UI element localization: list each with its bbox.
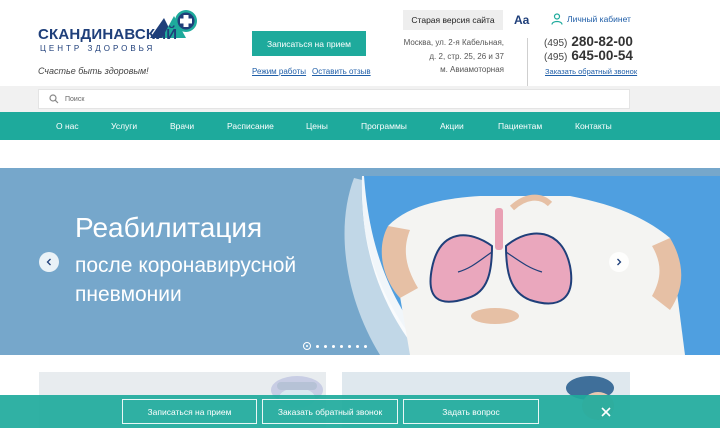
search-band	[0, 86, 720, 112]
phone-number[interactable]: (495) 645-00-54	[544, 48, 633, 63]
request-callback-button[interactable]: Заказать обратный звонок	[262, 399, 398, 424]
slider-dot[interactable]	[356, 344, 359, 348]
slider-prev-button[interactable]	[39, 252, 59, 272]
ask-question-button[interactable]: Задать вопрос	[403, 399, 539, 424]
logo-name: СКАНДИНАВСКИЙ	[38, 26, 178, 43]
sticky-action-bar: Записаться на прием Заказать обратный зв…	[0, 395, 720, 428]
request-callback-link[interactable]: Заказать обратный звонок	[545, 67, 637, 76]
address: Москва, ул. 2-я Кабельная, д. 2, стр. 25…	[400, 36, 504, 77]
hero-title: Реабилитация	[75, 212, 263, 243]
hero-illustration	[344, 176, 720, 355]
account-link[interactable]: Личный кабинет	[551, 13, 631, 25]
logo[interactable]: СКАНДИНАВСКИЙ ЦЕНТР ЗДОРОВЬЯ	[38, 8, 198, 58]
account-link-label: Личный кабинет	[567, 14, 631, 24]
user-icon	[551, 13, 563, 25]
nav-item-prices[interactable]: Цены	[306, 112, 328, 140]
slider-dot[interactable]	[316, 344, 319, 348]
nav-item-services[interactable]: Услуги	[111, 112, 137, 140]
nav-item-patients[interactable]: Пациентам	[498, 112, 542, 140]
search-icon	[49, 94, 59, 104]
slider-dot[interactable]	[340, 344, 343, 348]
address-line: Москва, ул. 2-я Кабельная,	[403, 38, 504, 47]
slider-dot[interactable]	[324, 344, 327, 348]
hero-subtitle: после коронавирусной	[75, 254, 297, 277]
slider-dot[interactable]	[364, 344, 367, 348]
hero-slider: Реабилитация после коронавирусной пневмо…	[0, 168, 720, 355]
old-site-version-button[interactable]: Старая версия сайта	[403, 10, 503, 30]
main-nav: О нас Услуги Врачи Расписание Цены Прогр…	[0, 112, 720, 140]
working-hours-link[interactable]: Режим работы	[252, 67, 306, 76]
slider-next-button[interactable]	[609, 252, 629, 272]
phone-code: (495)	[544, 52, 568, 63]
font-size-toggle[interactable]: Aa	[514, 13, 529, 27]
phone-digits: 645-00-54	[571, 48, 633, 63]
slogan: Счастье быть здоровым!	[38, 66, 149, 76]
nav-item-contacts[interactable]: Контакты	[575, 112, 612, 140]
logo-subtitle: ЦЕНТР ЗДОРОВЬЯ	[40, 44, 156, 53]
nav-item-promotions[interactable]: Акции	[440, 112, 464, 140]
search-box[interactable]	[38, 89, 630, 109]
nav-item-programs[interactable]: Программы	[361, 112, 407, 140]
leave-review-link[interactable]: Оставить отзыв	[312, 67, 371, 76]
nav-item-schedule[interactable]: Расписание	[227, 112, 274, 140]
chevron-left-icon	[46, 258, 51, 266]
header-divider	[527, 38, 528, 86]
address-metro: м. Авиамоторная	[440, 65, 504, 74]
appointment-button[interactable]: Записаться на прием	[252, 31, 366, 56]
slider-dots	[303, 342, 367, 350]
slider-dot[interactable]	[332, 344, 335, 348]
site-header: СКАНДИНАВСКИЙ ЦЕНТР ЗДОРОВЬЯ Счастье быт…	[0, 0, 720, 86]
appointment-button-bottom[interactable]: Записаться на прием	[122, 399, 257, 424]
slider-dot[interactable]	[348, 344, 351, 348]
nav-item-doctors[interactable]: Врачи	[170, 112, 194, 140]
address-line: д. 2, стр. 25, 26 и 37	[429, 51, 504, 61]
phone-digits: 280-82-00	[571, 34, 633, 49]
close-icon[interactable]	[599, 405, 613, 419]
hero-subtitle: пневмонии	[75, 283, 182, 306]
chevron-right-icon	[617, 258, 622, 266]
phone-number[interactable]: (495) 280-82-00	[544, 34, 633, 49]
slider-dot[interactable]	[303, 342, 311, 350]
nav-item-about[interactable]: О нас	[56, 112, 79, 140]
search-input[interactable]	[65, 95, 625, 103]
